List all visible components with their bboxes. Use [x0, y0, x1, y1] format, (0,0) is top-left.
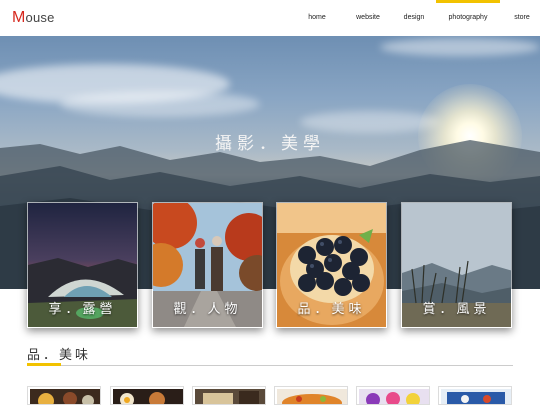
food-thumbnail[interactable] [27, 386, 101, 405]
category-label: 賞．風景 [422, 302, 491, 317]
hero-title: 攝影．美學 [215, 134, 325, 154]
food-thumbnail[interactable] [110, 386, 184, 405]
category-label: 享．露營 [48, 302, 117, 317]
food-thumbnail-image [277, 389, 347, 404]
food-thumbnail-image [30, 389, 100, 404]
section-accent-bar [27, 363, 61, 366]
food-thumbnail[interactable] [274, 386, 348, 405]
category-card-people[interactable]: 觀．人物 [152, 202, 263, 328]
category-card-food[interactable]: 品．美味 [276, 202, 387, 328]
food-thumbnail-image [441, 389, 511, 404]
food-thumbnail[interactable] [192, 386, 266, 405]
nav-website[interactable]: website [350, 0, 386, 36]
logo-text: ouse [25, 10, 55, 25]
food-thumbnail[interactable] [356, 386, 430, 405]
food-thumbnail-image [113, 389, 183, 404]
nav-design[interactable]: design [398, 0, 430, 36]
hero-cloud [380, 38, 540, 56]
hero-cloud [60, 91, 260, 117]
section-divider [27, 365, 513, 366]
category-card-camping[interactable]: 享．露營 [27, 202, 138, 328]
logo-initial: M [12, 9, 26, 26]
food-thumbnail-image [359, 389, 429, 404]
nav-store[interactable]: store [508, 0, 536, 36]
site-logo[interactable]: Mouse [12, 9, 55, 27]
category-card-scenery[interactable]: 賞．風景 [401, 202, 512, 328]
nav-home[interactable]: home [302, 0, 332, 36]
category-label: 品．美味 [297, 302, 366, 317]
site-header: Mouse home website design photography st… [0, 0, 540, 36]
food-thumbnail-image [195, 389, 265, 404]
category-label: 觀．人物 [173, 302, 242, 317]
nav-photography[interactable]: photography [436, 0, 500, 36]
food-thumbnail[interactable] [438, 386, 512, 405]
section-title: 品．美味 [27, 348, 92, 363]
